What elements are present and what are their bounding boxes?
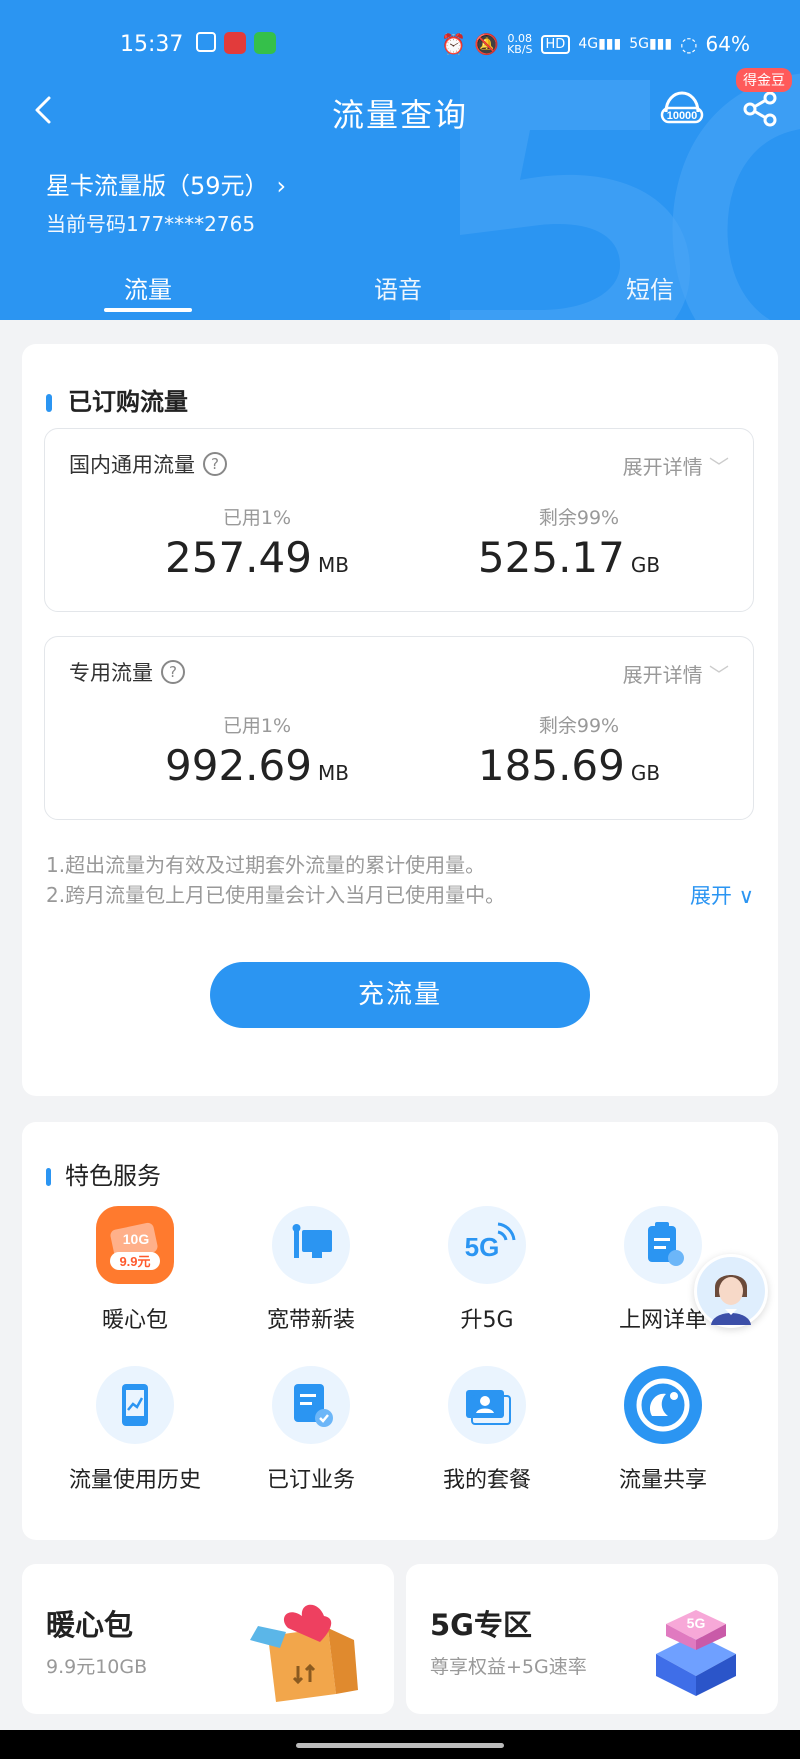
tab-active-indicator xyxy=(104,308,192,312)
note-1: 1.超出流量为有效及过期套外流量的累计使用量。 xyxy=(46,853,486,877)
help-icon[interactable]: ? xyxy=(161,660,185,684)
section-title: 特色服务 xyxy=(46,1156,161,1191)
usage-notes: 1.超出流量为有效及过期套外流量的累计使用量。 2.跨月流量包上月已使用量会计入… xyxy=(46,850,505,910)
expand-details-link[interactable]: 展开详情 ﹀ xyxy=(623,451,729,480)
svg-text:9.9元: 9.9元 xyxy=(119,1254,150,1269)
tab-data[interactable]: 流量 xyxy=(88,270,208,305)
service-warm-pack[interactable]: 10G 9.9元 暖心包 xyxy=(50,1206,220,1334)
chevron-down-icon: ﹀ xyxy=(709,455,729,479)
status-time: 15:37 xyxy=(120,32,184,57)
alarm-icon: ⏰ xyxy=(441,32,467,56)
app-red-icon xyxy=(224,32,246,54)
gift-pack-icon: 10G 9.9元 xyxy=(96,1206,174,1284)
share-icon[interactable] xyxy=(742,90,780,128)
service-label: 已订业务 xyxy=(266,1468,355,1493)
plan-name[interactable]: 星卡流量版（59元） › xyxy=(46,166,286,201)
gold-bean-badge[interactable]: 得金豆 xyxy=(736,68,792,92)
remaining-value: 525.17 GB xyxy=(477,533,661,582)
used-value: 257.49 MB xyxy=(165,533,349,582)
used-value: 992.69 MB xyxy=(165,741,349,790)
service-label: 流量使用历史 xyxy=(68,1468,201,1493)
promo-title: 5G专区 xyxy=(430,1608,532,1642)
home-indicator[interactable] xyxy=(296,1743,504,1748)
remaining-label: 剩余99% xyxy=(538,507,620,529)
svg-text:10G: 10G xyxy=(123,1231,150,1247)
dedicated-data-label: 专用流量? xyxy=(69,657,185,687)
customer-service-icon[interactable]: 10000 xyxy=(660,88,704,132)
tab-bar: 流量 语音 短信 xyxy=(0,266,800,320)
service-upgrade-5g[interactable]: 5G 升5G xyxy=(402,1206,572,1334)
tab-voice[interactable]: 语音 xyxy=(338,270,458,305)
net-speed: 0.08 KB/S xyxy=(507,32,533,56)
nav-bar: 流量查询 10000 xyxy=(0,80,800,140)
svg-text:5G: 5G xyxy=(465,1232,500,1262)
mute-icon: 🔕 xyxy=(474,32,500,56)
detail-list-icon xyxy=(624,1206,702,1284)
domestic-data-box: 国内通用流量? 展开详情 ﹀ 已用1% 257.49 MB 剩余99% 525.1… xyxy=(44,428,754,612)
promo-title: 暖心包 xyxy=(46,1608,134,1642)
dedicated-data-box: 专用流量? 展开详情 ﹀ 已用1% 992.69 MB 剩余99% 185.69 G… xyxy=(44,636,754,820)
service-broadband[interactable]: 宽带新装 xyxy=(226,1206,396,1334)
note-2: 2.跨月流量包上月已使用量会计入当月已使用量中。 xyxy=(46,883,506,907)
chevron-down-icon: ∨ xyxy=(738,884,754,908)
id-card-icon xyxy=(448,1366,526,1444)
current-phone: 当前号码177****2765 xyxy=(46,212,256,236)
header: 15:37 ⏰ 🔕 0.08 KB/S HD 4G▮▮▮ 5G▮▮▮ ◌ 64% … xyxy=(0,0,800,320)
service-label: 暖心包 xyxy=(101,1308,168,1333)
5g-zone-promo-card[interactable]: 5G专区 尊享权益+5G速率 5G xyxy=(406,1564,778,1714)
hd-icon: HD xyxy=(540,34,571,54)
service-label: 宽带新装 xyxy=(266,1308,355,1333)
wechat-icon xyxy=(254,32,276,54)
5g-cube-icon: 5G xyxy=(656,1610,736,1696)
service-label: 我的套餐 xyxy=(442,1468,531,1493)
service-label: 流量共享 xyxy=(618,1468,707,1493)
service-subscribed[interactable]: 已订业务 xyxy=(226,1366,396,1494)
warm-pack-promo-card[interactable]: 暖心包 9.9元10GB xyxy=(22,1564,394,1714)
used-label: 已用1% xyxy=(222,507,292,529)
svg-text:10000: 10000 xyxy=(667,110,698,122)
document-check-icon xyxy=(272,1366,350,1444)
battery-icon: ◌ xyxy=(680,32,698,56)
share-circle-icon xyxy=(624,1366,702,1444)
status-bar: 15:37 ⏰ 🔕 0.08 KB/S HD 4G▮▮▮ 5G▮▮▮ ◌ 64% xyxy=(0,28,800,64)
signal-5g-icon: 5G▮▮▮ xyxy=(629,36,673,52)
remaining-label: 剩余99% xyxy=(538,715,620,737)
promo-subtitle: 尊享权益+5G速率 xyxy=(430,1656,587,1678)
promo-subtitle: 9.9元10GB xyxy=(46,1656,148,1678)
service-usage-history[interactable]: 流量使用历史 xyxy=(50,1366,220,1494)
expand-details-link[interactable]: 展开详情 ﹀ xyxy=(623,659,729,688)
app-notification-icon xyxy=(196,32,216,52)
battery-level: 64% xyxy=(705,32,750,56)
chevron-right-icon: › xyxy=(276,172,287,200)
broadband-icon xyxy=(272,1206,350,1284)
assistant-avatar[interactable] xyxy=(694,1254,768,1328)
phone-chart-icon xyxy=(96,1366,174,1444)
chevron-down-icon: ﹀ xyxy=(709,663,729,687)
help-icon[interactable]: ? xyxy=(203,452,227,476)
service-my-plan[interactable]: 我的套餐 xyxy=(402,1366,572,1494)
notes-expand-link[interactable]: 展开 ∨ xyxy=(690,880,754,910)
domestic-data-label: 国内通用流量? xyxy=(69,449,227,479)
recharge-data-button[interactable]: 充流量 xyxy=(210,962,590,1028)
gift-box-icon xyxy=(250,1604,358,1702)
used-label: 已用1% xyxy=(222,715,292,737)
remaining-value: 185.69 GB xyxy=(477,741,661,790)
service-data-sharing[interactable]: 流量共享 xyxy=(578,1366,748,1494)
signal-4g-icon: 4G▮▮▮ xyxy=(578,36,622,52)
purchased-data-card: 已订购流量 国内通用流量? 展开详情 ﹀ 已用1% 257.49 MB 剩余99%… xyxy=(22,344,778,1096)
tab-sms[interactable]: 短信 xyxy=(590,270,710,305)
featured-services-card: 特色服务 10G 9.9元 暖心包 宽带新装 5G 升5G 上网详单 流量使用历… xyxy=(22,1122,778,1540)
5g-icon: 5G xyxy=(448,1206,526,1284)
svg-text:5G: 5G xyxy=(687,1615,706,1631)
service-label: 升5G xyxy=(460,1308,514,1333)
section-title: 已订购流量 xyxy=(46,382,188,417)
